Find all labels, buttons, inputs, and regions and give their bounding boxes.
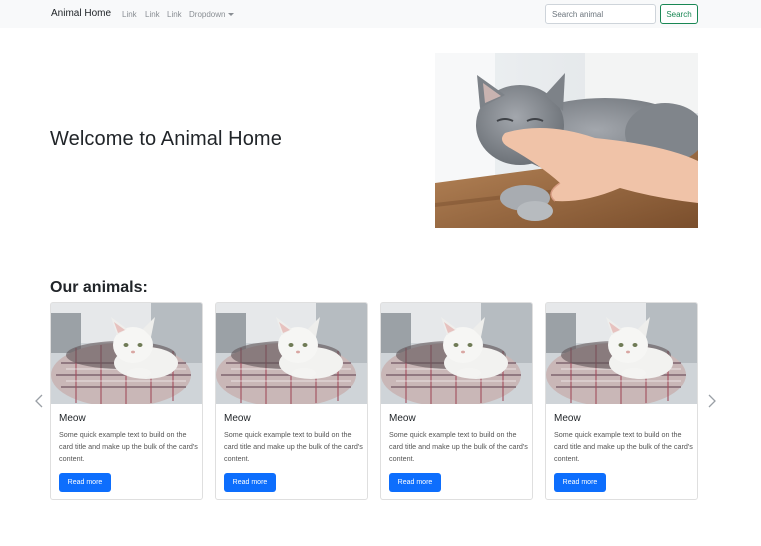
search-input[interactable] xyxy=(545,4,656,24)
nav-dropdown[interactable]: Dropdown xyxy=(189,10,235,19)
hero-title: Welcome to Animal Home xyxy=(50,128,282,150)
hero-cat-image xyxy=(435,53,698,228)
navbar: Animal Home Link Link Link Dropdown Sear… xyxy=(0,0,761,28)
chevron-right-icon[interactable] xyxy=(706,393,718,409)
animal-card: Meow Some quick example text to build on… xyxy=(50,302,203,500)
card-text: Some quick example text to build on the … xyxy=(59,430,198,463)
search-button[interactable]: Search xyxy=(660,4,698,24)
nav-link-1[interactable]: Link xyxy=(122,10,137,19)
white-cat-photo-icon xyxy=(381,303,532,404)
card-title: Meow xyxy=(389,413,416,424)
white-cat-image xyxy=(546,303,697,404)
nav-link-3[interactable]: Link xyxy=(167,10,182,19)
animal-card: Meow Some quick example text to build on… xyxy=(215,302,368,500)
white-cat-image xyxy=(216,303,367,404)
read-more-button[interactable]: Read more xyxy=(59,473,111,492)
animal-card: Meow Some quick example text to build on… xyxy=(545,302,698,500)
gray-cat-photo-icon xyxy=(435,53,698,228)
nav-link-2[interactable]: Link xyxy=(145,10,160,19)
read-more-button[interactable]: Read more xyxy=(224,473,276,492)
white-cat-image xyxy=(381,303,532,404)
card-title: Meow xyxy=(554,413,581,424)
read-more-button[interactable]: Read more xyxy=(554,473,606,492)
chevron-left-icon[interactable] xyxy=(33,393,45,409)
read-more-button[interactable]: Read more xyxy=(389,473,441,492)
card-text: Some quick example text to build on the … xyxy=(389,430,528,463)
white-cat-image xyxy=(51,303,202,404)
card-title: Meow xyxy=(59,413,86,424)
white-cat-photo-icon xyxy=(546,303,697,404)
section-title: Our animals: xyxy=(50,279,148,296)
card-text: Some quick example text to build on the … xyxy=(224,430,363,463)
white-cat-photo-icon xyxy=(216,303,367,404)
white-cat-photo-icon xyxy=(51,303,202,404)
animal-card: Meow Some quick example text to build on… xyxy=(380,302,533,500)
caret-down-icon xyxy=(228,13,235,16)
card-title: Meow xyxy=(224,413,251,424)
card-text: Some quick example text to build on the … xyxy=(554,430,693,463)
navbar-brand[interactable]: Animal Home xyxy=(51,8,111,19)
nav-dropdown-label: Dropdown xyxy=(189,10,226,19)
